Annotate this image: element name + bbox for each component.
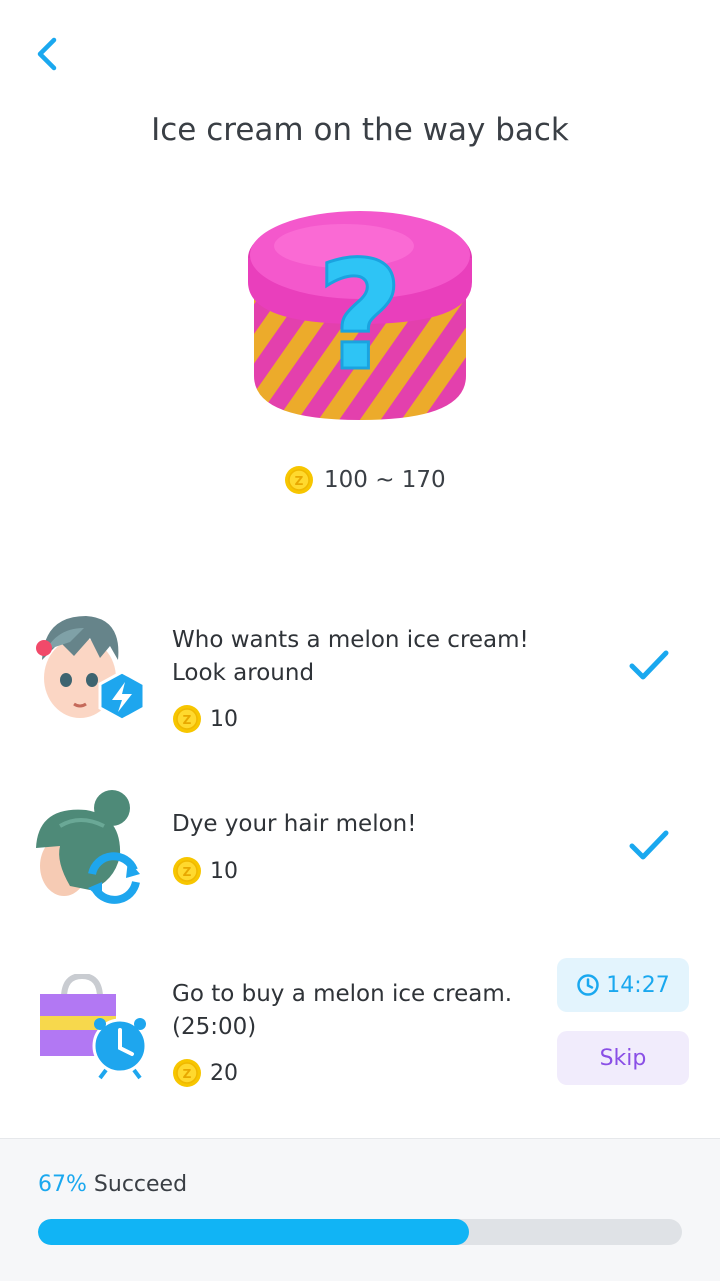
check-icon <box>629 650 669 680</box>
clock-icon <box>577 974 600 996</box>
task-reward-value: 10 <box>210 706 238 732</box>
task-reward-value: 20 <box>210 1060 238 1086</box>
task-reward: Z 20 <box>172 1058 238 1088</box>
coin-icon: Z <box>173 857 201 885</box>
task-reward: Z 10 <box>172 856 238 886</box>
page-title: Ice cream on the way back <box>151 112 569 148</box>
svg-text:?: ? <box>316 230 403 404</box>
task-reward: Z 10 <box>172 704 238 734</box>
reward-range-text: 100 ~ 170 <box>324 467 446 493</box>
progress-footer: 67% Succeed <box>0 1138 720 1281</box>
task-item: Who wants a melon ice cream! Look around… <box>0 600 720 740</box>
svg-text:Z: Z <box>183 1067 192 1081</box>
reward-range: Z 100 ~ 170 <box>284 462 446 498</box>
shopping-timer-icon <box>40 974 148 1080</box>
progress-bar <box>38 1219 682 1245</box>
progress-status: Succeed <box>93 1172 188 1197</box>
progress-percent: 67% <box>38 1172 87 1197</box>
task-item: Dye your hair melon! Z 10 <box>0 784 720 914</box>
task-title: Go to buy a melon ice cream. (25:00) <box>172 981 513 1040</box>
mystery-box-icon: ? <box>244 200 476 428</box>
hair-dye-icon <box>36 790 140 904</box>
svg-text:Z: Z <box>183 865 192 879</box>
timer-badge: 14:27 <box>557 958 689 1012</box>
coin-icon: Z <box>173 705 201 733</box>
chevron-left-icon <box>37 37 57 71</box>
skip-button[interactable]: Skip <box>557 1031 689 1085</box>
coin-icon: Z <box>173 1059 201 1087</box>
progress-bar-fill <box>38 1219 470 1245</box>
avatar-boost-icon <box>36 616 146 722</box>
coin-icon: Z <box>285 466 313 494</box>
progress-label: 67% Succeed <box>38 1172 187 1197</box>
task-title: Dye your hair melon! <box>172 811 417 837</box>
check-icon <box>629 830 669 860</box>
timer-text: 14:27 <box>606 972 670 998</box>
svg-text:Z: Z <box>295 474 304 488</box>
svg-text:Z: Z <box>183 713 192 727</box>
task-title: Who wants a melon ice cream! Look around <box>172 627 529 686</box>
back-button[interactable] <box>28 30 72 78</box>
task-reward-value: 10 <box>210 858 238 884</box>
